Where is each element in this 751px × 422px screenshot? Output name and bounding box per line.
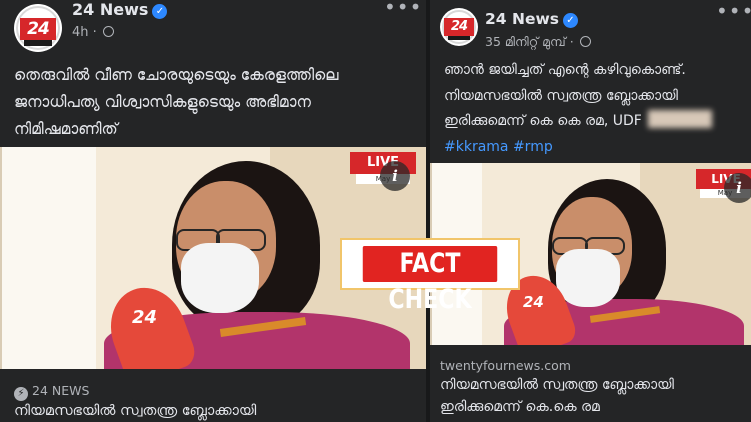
more-icon[interactable]: ••• bbox=[384, 0, 422, 17]
post-time: 35 മിനിറ്റ് മുമ്പ് bbox=[485, 34, 566, 49]
fact-check-stamp: FACT CHECK bbox=[340, 238, 520, 315]
right-post: 24 24 News ✓ 35 മിനിറ്റ് മുമ്പ് · ••• ഞാൻ… bbox=[430, 0, 751, 422]
blurred-region bbox=[647, 110, 712, 128]
page-name: 24 News bbox=[485, 10, 559, 28]
post-time: 4h bbox=[72, 25, 89, 40]
post-timestamp[interactable]: 4h · bbox=[72, 25, 114, 40]
page-name-link[interactable]: 24 News ✓ bbox=[485, 10, 578, 28]
link-site-text: 24 NEWS bbox=[32, 383, 90, 398]
post-text-line: നിയമസഭയിൽ സ്വതന്ത്ര ബ്ലോക്കായി bbox=[444, 87, 678, 104]
mic-label: 24 bbox=[523, 293, 544, 311]
more-icon[interactable]: ••• bbox=[716, 1, 751, 21]
page-avatar[interactable]: 24 bbox=[440, 8, 478, 46]
globe-icon bbox=[579, 36, 591, 47]
post-text-line: ഞാൻ ജയിച്ചത് എന്റെ കഴിവുകൊണ്ട്. bbox=[444, 62, 686, 78]
left-post: 24 24 News ✓ 4h · ••• തെരുവിൽ വീണ ചോരയുടെ… bbox=[0, 0, 426, 422]
bolt-icon: ⚡ bbox=[14, 387, 28, 401]
verified-icon: ✓ bbox=[563, 13, 578, 28]
post-text: തെരുവിൽ വീണ ചോരയുടെയും കേരളത്തിലെ ജനാധിപ… bbox=[14, 62, 418, 143]
link-title-line: ഇരിക്കുമെന്ന് കെ.കെ രമ bbox=[440, 399, 600, 415]
avatar-logo: 24 bbox=[444, 18, 474, 36]
post-text-line: തെരുവിൽ വീണ ചോരയുടെയും കേരളത്തിലെ bbox=[14, 66, 339, 84]
post-timestamp[interactable]: 35 മിനിറ്റ് മുമ്പ് · bbox=[485, 34, 591, 50]
mic-label: 24 bbox=[132, 307, 158, 328]
post-text-line-3: ഇരിക്കുമെന്ന് കെ കെ രമ, UDF bbox=[444, 113, 642, 129]
avatar-logo: 24 bbox=[20, 18, 56, 40]
hashtags[interactable]: #kkrama #rmp bbox=[444, 135, 750, 161]
verified-icon: ✓ bbox=[152, 4, 168, 19]
fact-check-label: FACT CHECK bbox=[362, 246, 498, 315]
post-text: ഞാൻ ജയിച്ചത് എന്റെ കഴിവുകൊണ്ട്. നിയമസഭയി… bbox=[444, 58, 750, 160]
link-site[interactable]: ⚡ 24 NEWS bbox=[14, 383, 89, 401]
post-text-line: ഇരിക്കുമെന്ന് കെ കെ രമ, UDF bbox=[444, 109, 750, 135]
page-name-link[interactable]: 24 News ✓ bbox=[72, 0, 168, 19]
info-icon[interactable]: i bbox=[380, 161, 410, 191]
globe-icon bbox=[102, 26, 114, 37]
link-title[interactable]: നിയമസഭയിൽ സ്വതന്ത്ര ബ്ലോക്കായി bbox=[14, 400, 414, 422]
page-name: 24 News bbox=[72, 0, 149, 19]
link-site[interactable]: twentyfournews.com bbox=[440, 358, 571, 373]
link-title[interactable]: നിയമസഭയിൽ സ്വതന്ത്ര ബ്ലോക്കായി ഇരിക്കുമെ… bbox=[440, 374, 746, 418]
post-text-line: നിമിഷമാണിത് bbox=[14, 120, 118, 138]
page-avatar[interactable]: 24 bbox=[14, 4, 62, 52]
link-title-line: നിയമസഭയിൽ സ്വതന്ത്ര ബ്ലോക്കായി bbox=[440, 377, 674, 393]
post-text-line: ജനാധിപത്യ വിശ്വാസികളുടെയും അഭിമാന bbox=[14, 93, 311, 111]
info-icon[interactable]: i bbox=[724, 173, 751, 203]
